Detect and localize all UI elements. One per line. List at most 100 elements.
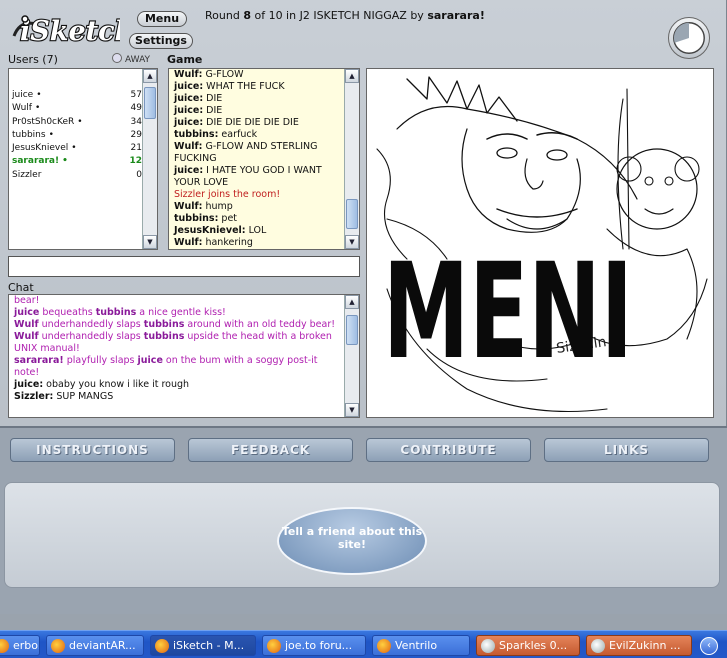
chat-text: bear! — [14, 295, 40, 306]
isketch-logo: iSketch — [12, 15, 120, 48]
user-name: tubbins — [12, 129, 46, 140]
taskbar-button[interactable]: erbo... — [0, 635, 40, 656]
user-score: 49 — [130, 103, 142, 114]
taskbar-button[interactable]: deviantAR... — [46, 635, 144, 656]
scroll-thumb[interactable] — [144, 87, 156, 119]
message-text: pet — [218, 213, 238, 224]
taskbar-overflow-icon[interactable]: ‹ — [700, 637, 718, 655]
message-author: Wulf: — [174, 69, 203, 80]
chat-user-name: juice — [14, 307, 40, 318]
away-label: AWAY — [125, 55, 151, 65]
user-row[interactable]: juice • 57 — [12, 89, 142, 102]
scroll-down-icon[interactable]: ▼ — [345, 235, 359, 249]
chat-input[interactable] — [8, 256, 360, 277]
user-name: Pr0stSh0cKeR — [12, 116, 75, 127]
taskbar-button[interactable]: iSketch - M... — [150, 635, 256, 656]
message-author: juice: — [174, 93, 204, 104]
message-author: juice: — [174, 165, 204, 176]
tell-a-friend-button[interactable]: Tell a friend about this site! — [277, 507, 427, 575]
user-name: juice — [12, 90, 34, 100]
round-host: sararara! — [427, 9, 485, 22]
user-score: 21 — [130, 143, 142, 154]
message-text: DIE — [203, 93, 223, 104]
scroll-up-icon[interactable]: ▲ — [345, 295, 359, 309]
taskbar-button[interactable]: joe.to foru... — [262, 635, 366, 656]
footer: Tell a friend about this site! — [0, 466, 727, 614]
drawing-canvas[interactable]: Sizeuln MENI — [366, 68, 714, 418]
chat-text: obaby you know i like it rough — [43, 379, 190, 390]
settings-button[interactable]: Settings — [129, 33, 193, 49]
instructions-button[interactable]: INSTRUCTIONS — [10, 438, 175, 462]
game-log-line: tubbins: earfuck — [174, 129, 344, 141]
taskbar-button[interactable]: Ventrilo — [372, 635, 470, 656]
taskbar-button[interactable]: Sparkles 0... — [476, 635, 580, 656]
game-log-line: Wulf: hump — [174, 201, 344, 213]
user-status-marker: • — [62, 156, 68, 167]
user-row[interactable]: tubbins • 29 — [12, 129, 142, 142]
round-info: Round 8 of 10 in J2 ISKETCH NIGGAZ by sa… — [205, 9, 485, 22]
app-icon — [481, 639, 495, 653]
chat-user-name: juice — [137, 355, 163, 366]
chat-line: Sizzler: SUP MANGS — [14, 391, 339, 403]
chat-text: around with an old teddy bear! — [184, 319, 336, 330]
message-author: JesusKnievel: — [174, 225, 246, 236]
app-icon — [51, 639, 65, 653]
logo-text: iSketch — [20, 16, 120, 47]
round-prefix: Round — [205, 9, 240, 22]
message-text: DIE — [203, 105, 223, 116]
message-text: WHAT THE FUCK — [203, 81, 285, 92]
game-log-line: juice: WHAT THE FUCK — [174, 81, 344, 93]
nav-bar: INSTRUCTIONS FEEDBACK CONTRIBUTE LINKS — [0, 426, 727, 466]
scroll-up-icon[interactable]: ▲ — [143, 69, 157, 83]
canvas-drawing: Sizeuln MENI — [376, 76, 708, 413]
user-row[interactable]: Sizzler 0 — [12, 169, 142, 182]
away-radio-icon[interactable] — [112, 53, 122, 63]
chat-scrollbar[interactable]: ▲ ▼ — [344, 295, 359, 417]
away-toggle[interactable]: AWAY — [112, 53, 150, 65]
chat-text: playfully slaps — [63, 355, 138, 366]
app-icon — [0, 639, 9, 653]
contribute-button[interactable]: CONTRIBUTE — [366, 438, 531, 462]
round-timer-icon — [668, 17, 710, 59]
user-status-marker: • — [77, 116, 83, 127]
scroll-up-icon[interactable]: ▲ — [345, 69, 359, 83]
game-log: Wulf: G-FLOW juice: WHAT THE FUCK juice: D… — [174, 69, 344, 249]
chat-line: Wulf underhandedly slaps tubbins upside … — [14, 331, 339, 355]
scroll-thumb[interactable] — [346, 315, 358, 345]
isketch-app: iSketch Menu Settings Round 8 of 10 in J… — [0, 0, 727, 426]
message-author: juice: — [174, 105, 204, 116]
user-score: 29 — [130, 129, 142, 140]
taskbar-button[interactable]: EvilZukinn ... — [586, 635, 692, 656]
message-text: G-FLOW — [202, 69, 244, 80]
chat-user-name: Sizzler: — [14, 391, 54, 402]
app-icon — [591, 639, 605, 653]
menu-button[interactable]: Menu — [137, 11, 187, 27]
feedback-button[interactable]: FEEDBACK — [188, 438, 353, 462]
users-label: Users (7) — [8, 53, 58, 66]
chat-line: bear! — [14, 295, 339, 307]
chat-user-name: juice: — [14, 379, 44, 390]
chat-line: sararara! playfully slaps juice on the b… — [14, 355, 339, 379]
chat-user-name: tubbins — [143, 319, 185, 330]
user-row[interactable]: Pr0stSh0cKeR • 34 — [12, 116, 142, 129]
message-author: tubbins: — [174, 213, 219, 224]
user-row[interactable]: JesusKnievel • 21 — [12, 142, 142, 155]
scroll-thumb[interactable] — [346, 199, 358, 229]
scroll-down-icon[interactable]: ▼ — [345, 403, 359, 417]
user-status-marker: • — [34, 103, 41, 114]
user-row[interactable]: sararara! • 12 — [12, 155, 142, 168]
user-score: 12 — [129, 156, 142, 167]
users-scrollbar[interactable]: ▲ ▼ — [142, 69, 157, 249]
footer-panel: Tell a friend about this site! — [4, 482, 720, 588]
user-name-cell: tubbins • — [12, 129, 54, 142]
links-button[interactable]: LINKS — [544, 438, 709, 462]
game-log-scrollbar[interactable]: ▲ ▼ — [344, 69, 359, 249]
scroll-down-icon[interactable]: ▼ — [143, 235, 157, 249]
chat-line: juice: obaby you know i like it rough — [14, 379, 339, 391]
app-icon — [377, 639, 391, 653]
chat-line: Wulf underhandedly slaps tubbins around … — [14, 319, 339, 331]
game-log-line: tubbins: pet — [174, 213, 344, 225]
taskbar-button-label: EvilZukinn ... — [609, 639, 681, 652]
message-author: juice: — [174, 81, 204, 92]
user-row[interactable]: Wulf • 49 — [12, 102, 142, 115]
